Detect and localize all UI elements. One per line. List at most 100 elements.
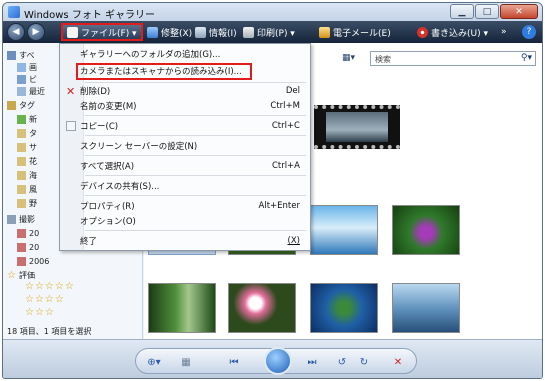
actual-size-button[interactable]: ▦ — [178, 354, 194, 370]
menu-item-options[interactable]: オプション(O) — [60, 214, 310, 228]
rating-3-stars[interactable]: ☆☆☆ — [25, 307, 55, 318]
fix-icon — [147, 26, 158, 38]
copy-icon — [66, 121, 76, 131]
burn-button[interactable]: 書き込み(U) ▾ — [413, 24, 492, 40]
tree-label: 画 — [29, 62, 37, 72]
tree-label: 最近 — [29, 86, 45, 96]
menu-item-properties[interactable]: プロパティ(R) Alt+Enter — [60, 199, 310, 213]
delete-icon: ✕ — [66, 84, 76, 98]
info-icon — [195, 26, 206, 38]
disc-icon — [417, 26, 428, 38]
menu-item-rename[interactable]: 名前の変更(M) Ctrl+M — [60, 99, 310, 113]
picture-icon — [17, 62, 26, 72]
email-button[interactable]: 電子メール(E) — [315, 24, 395, 40]
tree-item-year-1[interactable]: 20 — [17, 227, 39, 239]
tree-item-year-2[interactable]: 20 — [17, 241, 39, 253]
thumbnail[interactable] — [228, 283, 296, 333]
print-icon — [243, 26, 254, 38]
rotate-left-icon: ↺ — [337, 356, 347, 368]
tree-item-tag-5[interactable]: 風 — [17, 183, 37, 195]
menu-item-screensaver[interactable]: スクリーン セーバーの設定(N) — [60, 139, 310, 153]
tree-label: タグ — [19, 100, 35, 110]
slideshow-button[interactable] — [264, 347, 292, 375]
file-menu-button[interactable]: ファイル(F) ▾ — [61, 23, 143, 41]
next-button[interactable]: ⏭ — [304, 354, 320, 370]
rotate-left-button[interactable]: ↺ — [334, 354, 350, 370]
delete-button[interactable]: ✕ — [390, 354, 406, 370]
minimize-button[interactable]: ▁ — [450, 4, 474, 19]
tree-label: タ — [29, 128, 37, 138]
tree-item-recent[interactable]: 最近 — [17, 85, 45, 97]
photo-gallery-window: Windows フォト ギャラリー ▁ □ ✕ ◀ ▶ ファイル(F) ▾ 修整… — [2, 2, 543, 379]
menu-item-add-folder[interactable]: ギャラリーへのフォルダの追加(G)... — [60, 47, 310, 61]
tree-item-year-2006[interactable]: 2006 — [17, 255, 49, 267]
tree-item-tags[interactable]: タグ — [7, 99, 35, 111]
menu-separator — [85, 82, 306, 83]
tree-label: 新 — [29, 114, 37, 124]
tree-label: 風 — [29, 184, 37, 194]
view-options-icon[interactable]: ▦▾ — [342, 53, 356, 65]
menu-shortcut: Ctrl+C — [271, 121, 300, 131]
tree-item-tag-3[interactable]: 花 — [17, 155, 37, 167]
tree-item-all[interactable]: すべ — [7, 49, 34, 61]
previous-icon: ⏮ — [229, 356, 239, 368]
print-label: 印刷(P) ▾ — [257, 28, 295, 39]
menu-item-share-devices[interactable]: デバイスの共有(S)... — [60, 179, 310, 193]
forward-arrow-icon: ▶ — [32, 27, 40, 37]
menu-shortcut: Del — [285, 86, 300, 96]
tree-item-tag-1[interactable]: タ — [17, 127, 37, 139]
search-input[interactable]: 検索 ⚲▾ — [370, 51, 536, 66]
tree-label: すべ — [19, 50, 35, 60]
menu-item-select-all[interactable]: すべて選択(A) Ctrl+A — [60, 159, 310, 173]
more-button[interactable]: » — [497, 24, 511, 40]
menu-item-label: 削除(D) — [80, 87, 111, 97]
menu-item-delete[interactable]: ✕ 削除(D) Del — [60, 84, 310, 98]
close-window-button[interactable]: ✕ — [500, 4, 538, 19]
video-thumbnail[interactable] — [314, 105, 400, 149]
print-button[interactable]: 印刷(P) ▾ — [239, 24, 299, 40]
tag-icon — [17, 156, 26, 166]
help-button[interactable]: ? — [522, 25, 536, 39]
menu-item-label: 名前の変更(M) — [80, 102, 137, 112]
tree-item-tag-4[interactable]: 海 — [17, 169, 37, 181]
tag-icon — [17, 142, 26, 152]
burn-label: 書き込み(U) ▾ — [431, 28, 488, 39]
thumbnail[interactable] — [392, 283, 460, 333]
menu-item-label: オプション(O) — [80, 217, 136, 227]
maximize-button[interactable]: □ — [475, 4, 499, 19]
thumbnail[interactable] — [310, 283, 378, 333]
tree-item-tag-6[interactable]: 野 — [17, 197, 37, 209]
actual-size-icon: ▦ — [181, 356, 191, 368]
zoom-button[interactable]: ⊕▾ — [146, 354, 162, 370]
rotate-right-button[interactable]: ↻ — [356, 354, 372, 370]
menu-item-label: プロパティ(R) — [80, 202, 135, 212]
tree-label: 2006 — [29, 256, 50, 266]
rating-4-stars[interactable]: ☆☆☆☆ — [25, 294, 65, 305]
info-button[interactable]: 情報(I) — [191, 24, 241, 40]
calendar-icon — [17, 256, 26, 266]
tree-item-new-tag[interactable]: 新 — [17, 113, 37, 125]
tree-item-video[interactable]: ビ — [17, 73, 37, 85]
thumbnail[interactable] — [310, 205, 378, 255]
tree-item-rating[interactable]: ☆ 評価 — [7, 269, 35, 281]
menu-item-exit[interactable]: 終了 (X) — [60, 234, 310, 248]
tree-item-tag-2[interactable]: サ — [17, 141, 37, 153]
thumbnail[interactable] — [148, 283, 216, 333]
more-label: » — [501, 27, 507, 37]
menu-separator — [85, 155, 306, 156]
back-button[interactable]: ◀ — [7, 23, 25, 41]
menu-item-copy[interactable]: コピー(C) Ctrl+C — [60, 119, 310, 133]
file-icon — [67, 26, 78, 38]
forward-button[interactable]: ▶ — [27, 23, 45, 41]
rating-5-stars[interactable]: ☆☆☆☆☆ — [25, 281, 75, 292]
tree-item-pictures[interactable]: 画 — [17, 61, 37, 73]
thumbnail[interactable] — [392, 205, 460, 255]
fix-button[interactable]: 修整(X) — [143, 24, 196, 40]
tree-item-date-taken[interactable]: 撮影 — [7, 213, 35, 225]
back-arrow-icon: ◀ — [12, 27, 20, 37]
tag-icon — [17, 170, 26, 180]
previous-button[interactable]: ⏮ — [226, 354, 242, 370]
search-icon: ⚲▾ — [520, 53, 532, 63]
gallery-icon — [7, 50, 16, 60]
menu-item-label: 終了 — [80, 237, 98, 247]
